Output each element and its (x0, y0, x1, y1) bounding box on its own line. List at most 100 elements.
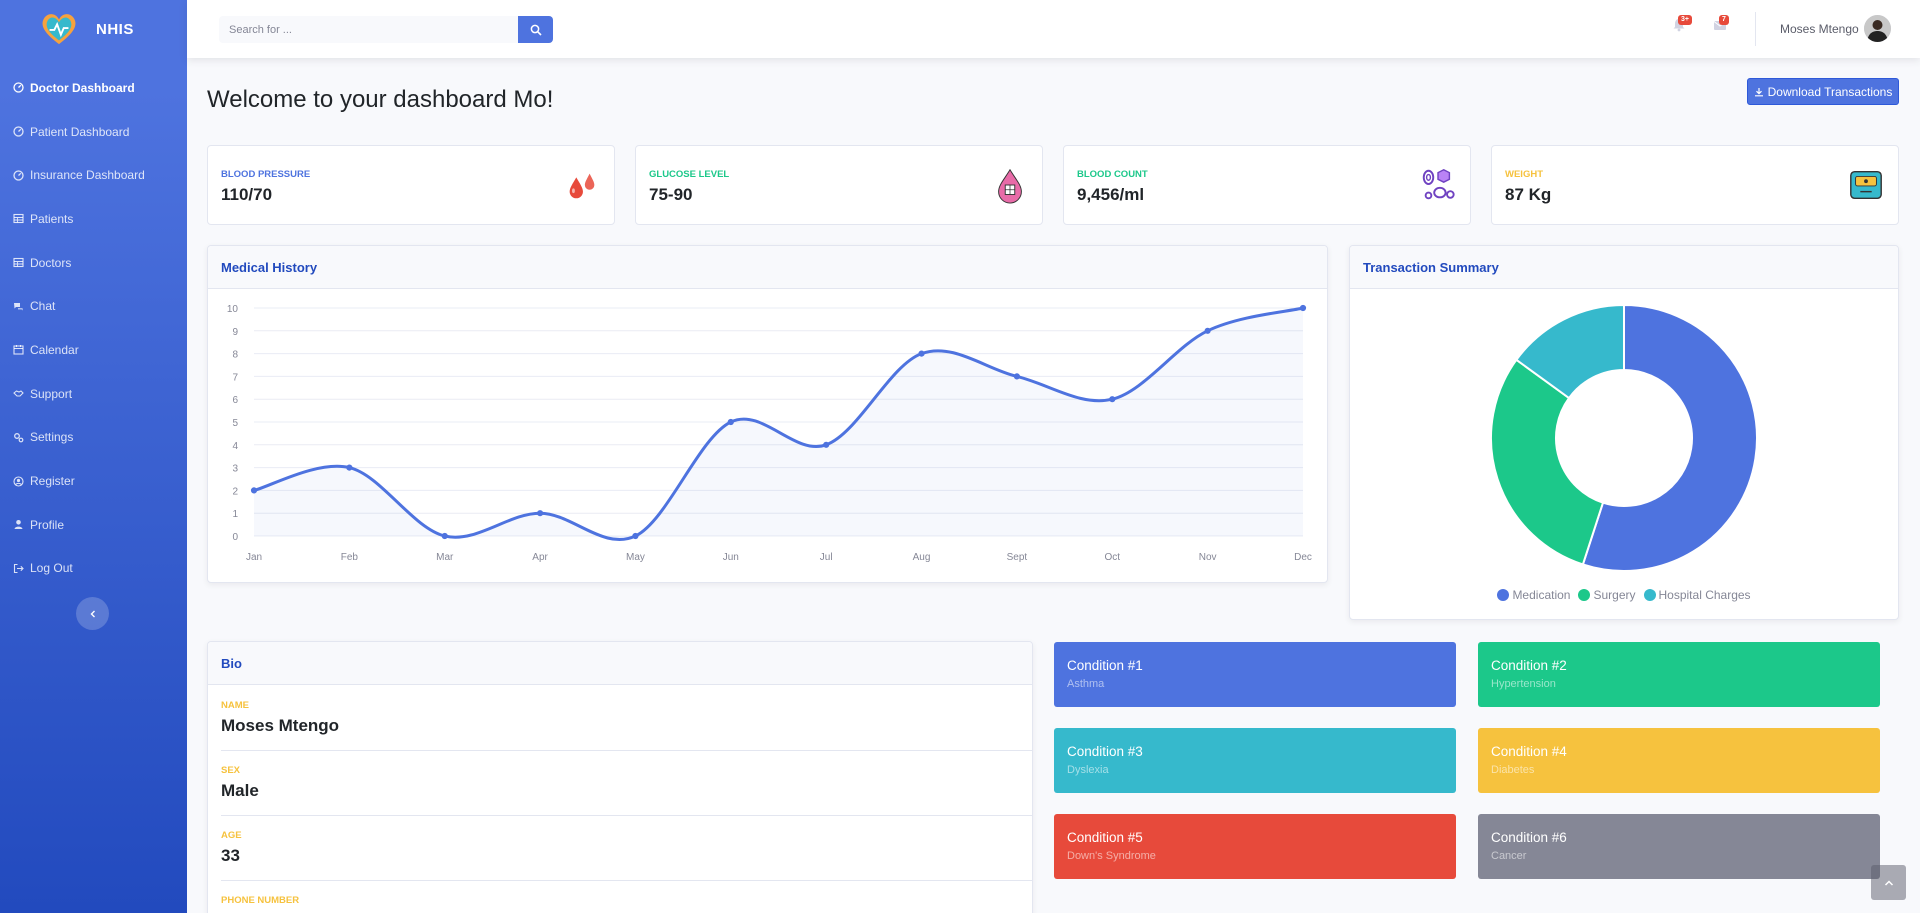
sidebar-item-register[interactable]: Register (0, 459, 187, 503)
bio-field-age: Age 33 (221, 830, 1033, 881)
legend-label: Hospital Charges (1658, 588, 1751, 602)
legend-item[interactable]: Surgery (1578, 588, 1636, 602)
medical-history-title: Medical History (208, 246, 1327, 289)
stat-card-blood-count: Blood Count 9,456/ml (1063, 145, 1471, 225)
legend-item[interactable]: Medication (1497, 588, 1570, 602)
sidebar-item-insurance-dashboard[interactable]: Insurance Dashboard (0, 153, 187, 197)
stat-card-weight: Weight 87 Kg (1491, 145, 1899, 225)
stat-value: 110/70 (221, 185, 273, 204)
stat-card-glucose-level: Glucose Level 75-90 (635, 145, 1043, 225)
sidebar-item-label: Settings (30, 430, 74, 445)
chart-legend: Medication Surgery Hospital Charges (1350, 588, 1898, 602)
data-point[interactable] (441, 532, 448, 540)
scroll-to-top-button[interactable] (1871, 865, 1906, 900)
x-tick-label: Oct (1104, 552, 1120, 563)
download-label: Download Transactions (1767, 84, 1893, 99)
condition-title: Condition #4 (1491, 744, 1567, 759)
download-transactions-button[interactable]: Download Transactions (1747, 78, 1899, 105)
x-tick-label: Nov (1199, 552, 1217, 563)
sidebar-item-label: Doctor Dashboard (30, 80, 135, 95)
sidebar-item-patient-dashboard[interactable]: Patient Dashboard (0, 110, 187, 154)
pie-slice-surgery[interactable] (1490, 358, 1605, 566)
sidebar-item-label: Patients (30, 211, 74, 226)
condition-card-3[interactable]: Condition #3 Dyslexia (1054, 728, 1456, 793)
search-bar (219, 16, 553, 43)
topbar: 3+ 7 Moses Mtengo (187, 0, 1920, 58)
messages-button[interactable]: 7 (1713, 15, 1729, 34)
sidebar-item-label: Profile (30, 517, 65, 532)
stat-value: 87 Kg (1505, 185, 1552, 204)
sidebar-item-label: Register (30, 474, 75, 489)
data-point[interactable] (1109, 396, 1116, 403)
data-point[interactable] (536, 510, 544, 517)
sidebar-item-chat[interactable]: Chat (0, 284, 187, 328)
sidebar-item-support[interactable]: Support (0, 372, 187, 416)
alerts-button[interactable]: 3+ (1672, 15, 1692, 34)
heart-logo-icon (42, 14, 76, 45)
legend-item[interactable]: Hospital Charges (1643, 588, 1751, 602)
sidebar-item-patients[interactable]: Patients (0, 197, 187, 241)
sidebar-item-doctor-dashboard[interactable]: Doctor Dashboard (0, 66, 187, 110)
condition-name: Asthma (1067, 678, 1105, 690)
condition-card-6[interactable]: Condition #6 Cancer (1478, 814, 1880, 879)
data-point[interactable] (918, 350, 925, 357)
data-point[interactable] (1299, 304, 1307, 312)
sidebar-item-log-out[interactable]: Log Out (0, 547, 187, 591)
search-button[interactable] (518, 16, 553, 43)
condition-card-2[interactable]: Condition #2 Hypertension (1478, 642, 1880, 707)
condition-card-1[interactable]: Condition #1 Asthma (1054, 642, 1456, 707)
y-tick-label: 4 (232, 441, 238, 452)
sidebar-item-label: Insurance Dashboard (30, 168, 145, 183)
comments-icon (13, 301, 24, 312)
y-tick-label: 8 (232, 350, 238, 361)
condition-title: Condition #2 (1491, 658, 1567, 673)
stat-card-blood-pressure: Blood Pressure 110/70 (207, 145, 615, 225)
sidebar-toggle-button[interactable] (76, 597, 109, 630)
download-icon (1754, 87, 1763, 96)
bio-label: Name (221, 700, 249, 711)
condition-card-4[interactable]: Condition #4 Diabetes (1478, 728, 1880, 793)
bio-label: Phone Number (221, 895, 300, 906)
avatar[interactable] (1864, 15, 1891, 42)
stat-label: Weight (1505, 169, 1543, 180)
sidebar-item-settings[interactable]: Settings (0, 416, 187, 460)
bio-value: 33 (221, 846, 240, 865)
stat-label: Blood Count (1077, 169, 1148, 180)
data-point[interactable] (823, 441, 830, 448)
sidebar: NHIS Doctor Dashboard Patient Dashboard In… (0, 0, 187, 913)
sidebar-item-profile[interactable]: Profile (0, 503, 187, 547)
condition-title: Condition #3 (1067, 744, 1143, 759)
search-input[interactable] (219, 16, 518, 43)
transaction-summary-chart (1490, 303, 1758, 572)
legend-dot (1497, 589, 1510, 601)
sidebar-item-doctors[interactable]: Doctors (0, 241, 187, 285)
data-point[interactable] (250, 487, 258, 494)
data-point[interactable] (1204, 327, 1211, 334)
sidebar-item-calendar[interactable]: Calendar (0, 328, 187, 372)
x-tick-label: Sept (1007, 552, 1028, 563)
user-name[interactable]: Moses Mtengo (1780, 22, 1859, 36)
sidebar-item-label: Support (30, 386, 73, 401)
user-avatar-icon (1864, 15, 1891, 42)
sugar-drop-icon (998, 168, 1022, 204)
y-tick-label: 10 (227, 304, 239, 315)
sidebar-item-label: Calendar (30, 342, 79, 357)
condition-title: Condition #5 (1067, 830, 1143, 845)
x-tick-label: Feb (341, 552, 359, 563)
user-circle-icon (13, 475, 24, 487)
data-point[interactable] (727, 418, 734, 426)
condition-card-5[interactable]: Condition #5 Down's Syndrome (1054, 814, 1456, 879)
x-tick-label: May (626, 552, 645, 563)
user-icon (13, 519, 24, 530)
data-point[interactable] (632, 532, 639, 540)
y-tick-label: 1 (232, 509, 238, 520)
sidebar-nav: Doctor Dashboard Patient Dashboard Insuran… (0, 66, 187, 590)
sidebar-item-label: Doctors (30, 255, 72, 270)
data-point[interactable] (346, 464, 353, 471)
bio-field-phone: Phone Number (221, 895, 1033, 913)
brand[interactable]: NHIS (0, 0, 187, 58)
y-tick-label: 3 (232, 464, 238, 475)
data-point[interactable] (1013, 373, 1021, 380)
messages-badge: 7 (1719, 15, 1729, 25)
bio-value: Male (221, 781, 259, 800)
